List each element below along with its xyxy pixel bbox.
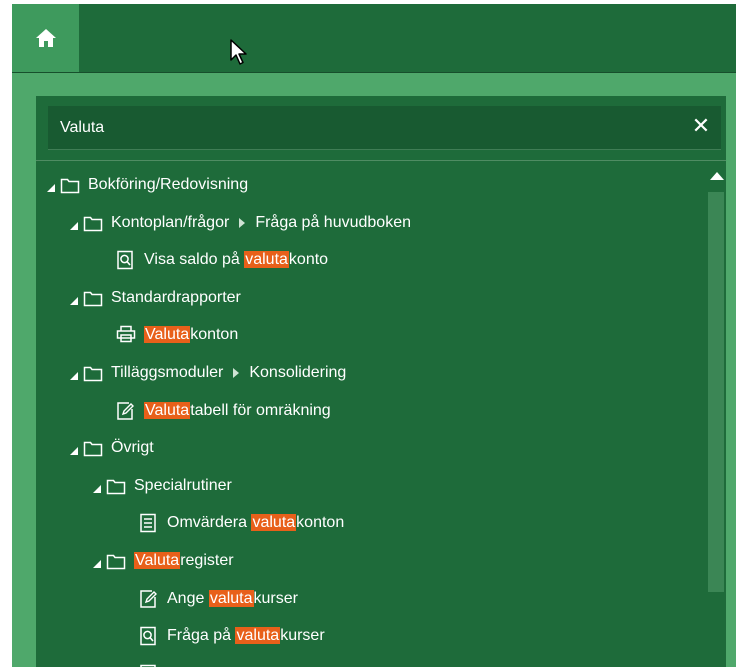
search-doc-icon — [139, 626, 157, 646]
scroll-up-icon[interactable] — [710, 172, 724, 180]
edit-icon — [139, 589, 157, 609]
expanded-triangle-icon[interactable] — [92, 556, 102, 568]
mouse-cursor-icon — [229, 38, 249, 71]
tree-item-row[interactable]: Valutatabell för omräkning — [116, 394, 331, 428]
tree-item-label: Fråga på valutakurser — [167, 627, 325, 645]
label-text: konton — [296, 514, 345, 532]
label-text: Fråga på — [167, 627, 236, 645]
label-text: Kontoplan/frågor — [111, 213, 230, 231]
tree-folder-row[interactable]: Valutaregister — [92, 544, 234, 578]
label-text: Övrigt — [111, 439, 154, 457]
label-text: kurser — [280, 627, 325, 645]
breadcrumb-arrow-icon — [233, 368, 240, 378]
window-left-edge — [0, 0, 12, 667]
expanded-triangle-icon[interactable] — [69, 443, 79, 456]
tree-item-trail: Konsolidering — [249, 364, 347, 381]
search-match-highlight: Valuta — [144, 401, 191, 419]
tree-folder-row[interactable]: Bokföring/Redovisning — [46, 168, 248, 202]
tree-item-row[interactable]: Visa saldo på valutakonto — [116, 243, 328, 277]
home-icon — [35, 29, 56, 47]
edit-icon — [116, 401, 134, 421]
tree-folder-row[interactable]: Tilläggsmoduler Konsolidering — [69, 356, 346, 390]
search-match-highlight: valuta — [235, 627, 281, 645]
tree-item-label: Omvärdera valutakonton — [167, 514, 344, 532]
tree-item-label: Övrigt — [111, 439, 154, 457]
folder-icon — [106, 477, 126, 495]
search-match-highlight: valuta — [208, 589, 254, 607]
scroll-thumb[interactable] — [708, 192, 724, 592]
label-text: Ange — [167, 589, 209, 607]
tree-item-row[interactable]: Valutakonton — [116, 318, 238, 352]
folder-icon — [83, 289, 103, 307]
expanded-triangle-icon[interactable] — [69, 368, 79, 380]
folder-icon — [83, 364, 103, 382]
tree-item-label: Kontoplan/frågor — [111, 214, 229, 232]
tree-item-row[interactable]: Fråga på valutakurser — [139, 619, 325, 653]
printer-icon — [116, 325, 136, 345]
tree-item-label: Specialrutiner — [134, 477, 232, 495]
search-input[interactable] — [60, 106, 660, 149]
search-doc-icon — [116, 250, 134, 270]
label-text: Visa saldo på — [144, 251, 245, 269]
tree-item-trail: Fråga på huvudboken — [255, 213, 411, 231]
tree-item-row[interactable]: Ange valutakurser — [139, 582, 298, 616]
search-match-highlight: Valuta — [134, 552, 181, 569]
search-divider — [36, 160, 726, 161]
tree-item-label: Tilläggsmoduler — [111, 364, 223, 382]
label-text: Specialrutiner — [134, 476, 232, 494]
tree-item-label: Valutaregister — [134, 552, 234, 570]
expanded-triangle-icon[interactable] — [69, 293, 79, 305]
expanded-triangle-icon[interactable] — [92, 481, 102, 493]
folder-icon — [83, 439, 103, 457]
tree-item-row[interactable]: Omvärdera valutakonton — [139, 506, 344, 540]
tree-item-label: Valutatabell för omräkning — [144, 401, 331, 420]
label-text: kurser — [253, 589, 298, 607]
label-text: Bokföring/Redovisning — [88, 176, 249, 193]
label-text: tabell för omräkning — [190, 401, 331, 419]
label-text: konton — [190, 326, 239, 344]
search-match-highlight: valuta — [244, 251, 289, 269]
clear-search-button[interactable]: ✕ — [689, 114, 713, 138]
folder-icon — [106, 552, 126, 570]
tree-item-label: Valutakonton — [144, 326, 238, 344]
menu-tree: Bokföring/Redovisning Kontoplan/frågor Frå… — [36, 164, 706, 667]
tree-scrollbar[interactable] — [706, 164, 726, 667]
tree-item-label: Visa saldo på valutakonto — [144, 251, 328, 269]
top-bar — [12, 4, 736, 73]
label-text: Standardrapporter — [111, 288, 241, 306]
expanded-triangle-icon[interactable] — [69, 218, 79, 230]
tree-folder-row[interactable]: Kontoplan/frågor Fråga på huvudboken — [69, 206, 411, 240]
home-button[interactable] — [12, 4, 79, 72]
label-text: register — [180, 552, 234, 569]
folder-icon — [60, 176, 80, 194]
label-text: konto — [288, 251, 329, 269]
list-doc-icon — [139, 513, 157, 533]
window-right-edge — [736, 0, 743, 667]
expanded-triangle-icon[interactable] — [46, 180, 56, 192]
tree-item-label: Ange valutakurser — [167, 589, 298, 608]
search-match-highlight: Valuta — [144, 326, 191, 344]
breadcrumb-arrow-icon — [239, 217, 246, 228]
tree-item-row[interactable] — [139, 657, 167, 667]
tree-item-label: Standardrapporter — [111, 289, 241, 307]
search-match-highlight: valuta — [251, 514, 297, 532]
label-text: Tilläggsmoduler — [111, 364, 224, 381]
tree-folder-row[interactable]: Specialrutiner — [92, 469, 232, 503]
tree-folder-row[interactable]: Övrigt — [69, 431, 154, 465]
folder-icon — [83, 214, 103, 232]
tree-item-label: Bokföring/Redovisning — [88, 176, 248, 194]
label-text: Omvärdera — [167, 514, 252, 532]
search-box: ✕ — [48, 106, 721, 150]
tree-folder-row[interactable]: Standardrapporter — [69, 281, 241, 315]
